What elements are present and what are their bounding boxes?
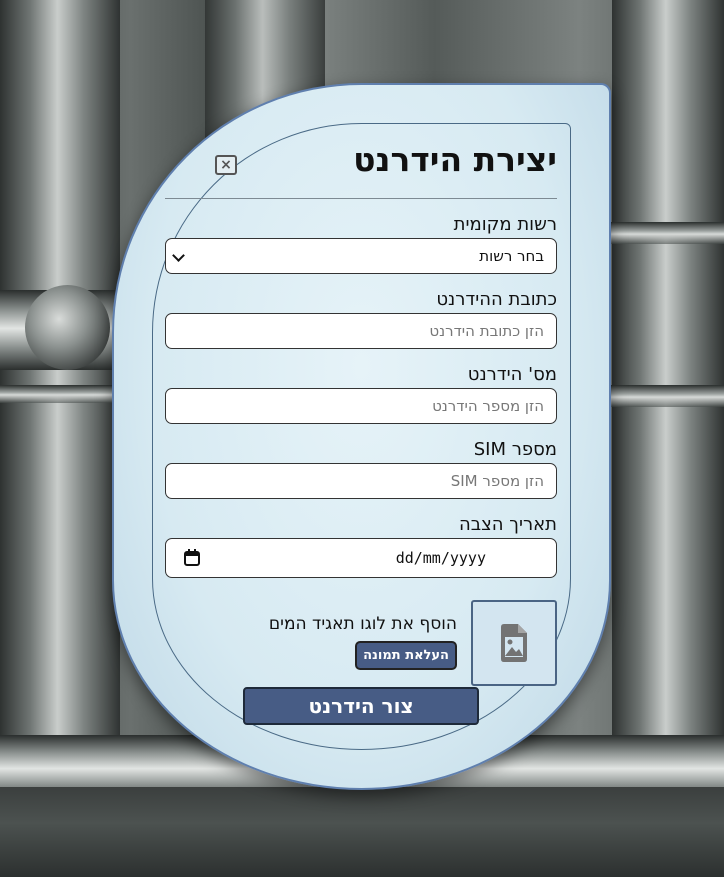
- chevron-down-icon: [172, 249, 185, 262]
- floor: [0, 787, 724, 877]
- sim-input[interactable]: [165, 463, 557, 499]
- pipe-band: [608, 222, 724, 244]
- page-title: יצירת הידרנט: [353, 140, 557, 179]
- pipe-band: [608, 385, 724, 407]
- authority-select[interactable]: בחר רשות: [165, 238, 557, 274]
- close-icon: ×: [220, 157, 232, 173]
- authority-select-value: בחר רשות: [479, 247, 544, 265]
- address-label: כתובת ההידרנט: [436, 289, 557, 310]
- image-icon: [501, 624, 527, 662]
- logo-upload-row: הוסף את לוגו תאגיד המים העלאת תמונה: [165, 600, 557, 690]
- pipe-elbow: [25, 285, 110, 370]
- close-button[interactable]: ×: [215, 155, 237, 175]
- sim-label: מספר SIM: [473, 439, 557, 460]
- upload-image-button[interactable]: העלאת תמונה: [355, 641, 457, 670]
- pipe-band: [0, 385, 118, 403]
- create-hydrant-form: יצירת הידרנט × רשות מקומית בחר רשות כתוב…: [165, 130, 557, 690]
- create-hydrant-button[interactable]: צור הידרנט: [243, 687, 479, 725]
- address-input[interactable]: [165, 313, 557, 349]
- hydrant-number-input[interactable]: [165, 388, 557, 424]
- install-date-label: תאריך הצבה: [458, 514, 557, 535]
- logo-label: הוסף את לוגו תאגיד המים: [268, 614, 457, 634]
- calendar-icon[interactable]: [184, 549, 200, 566]
- modal-header: יצירת הידרנט ×: [165, 130, 557, 199]
- install-date-input[interactable]: dd/mm/yyyy: [165, 538, 557, 578]
- logo-preview[interactable]: [471, 600, 557, 686]
- date-placeholder: dd/mm/yyyy: [395, 549, 486, 567]
- authority-label: רשות מקומית: [453, 214, 557, 235]
- hydrant-number-label: מס' הידרנט: [467, 364, 557, 385]
